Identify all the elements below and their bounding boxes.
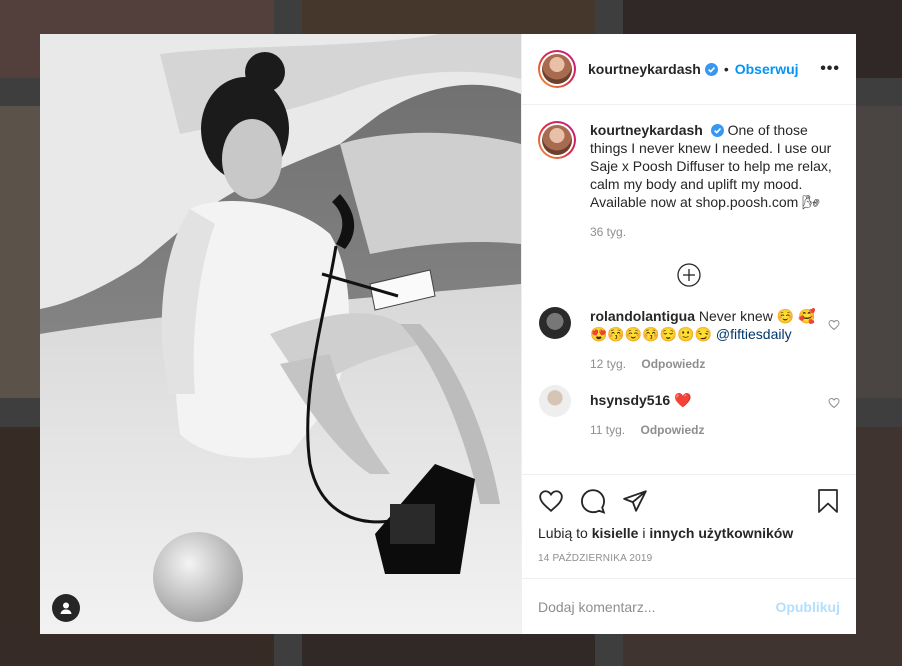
- comments-list[interactable]: kourtneykardash One of those things I ne…: [522, 105, 856, 474]
- comment-text: ❤️: [674, 392, 692, 408]
- comment-like-heart-icon[interactable]: [828, 397, 840, 409]
- likes-and: i: [642, 525, 646, 541]
- follow-button[interactable]: Obserwuj: [735, 61, 799, 77]
- author-username[interactable]: kourtneykardash: [588, 61, 701, 77]
- likes-user-link[interactable]: kisielle: [592, 525, 639, 541]
- post-header: kourtneykardash • Obserwuj •••: [522, 34, 856, 105]
- comment-input[interactable]: [538, 598, 776, 615]
- tagged-users-button[interactable]: [52, 594, 80, 622]
- post-actions: Lubią to kisielle i innych użytkowników …: [522, 474, 856, 564]
- post-photo[interactable]: [40, 34, 521, 634]
- comment-item: rolandolantigua Never knew ☺️ 🥰😍😚☺️😚😌🙂😏 …: [538, 307, 840, 371]
- share-send-icon[interactable]: [622, 488, 648, 514]
- post-comment-button[interactable]: Opublikuj: [775, 599, 840, 615]
- plus-circle-icon: [677, 263, 701, 287]
- like-heart-icon[interactable]: [538, 488, 564, 514]
- post-side-panel: kourtneykardash • Obserwuj ••• kourtneyk…: [521, 34, 856, 634]
- more-options-icon[interactable]: •••: [820, 60, 840, 78]
- add-comment-bar: Opublikuj: [522, 578, 856, 634]
- reply-button[interactable]: Odpowiedz: [641, 357, 705, 371]
- caption-author-avatar[interactable]: [538, 121, 576, 159]
- caption-time: 36 tyg.: [590, 225, 627, 239]
- load-more-comments[interactable]: [538, 263, 840, 287]
- comment-like-heart-icon[interactable]: [828, 319, 840, 331]
- comment-avatar[interactable]: [539, 385, 571, 417]
- comment-mention[interactable]: @fiftiesdaily: [716, 326, 792, 342]
- verified-badge-icon: [704, 62, 718, 76]
- bookmark-save-icon[interactable]: [816, 488, 840, 514]
- post-caption: kourtneykardash One of those things I ne…: [538, 121, 840, 239]
- reply-button[interactable]: Odpowiedz: [640, 423, 704, 437]
- comment-item: hsynsdy516 ❤️ 11 tyg. Odpowiedz: [538, 385, 840, 437]
- user-icon: [60, 602, 72, 614]
- likes-prefix: Lubią to: [538, 525, 588, 541]
- likes-summary: Lubią to kisielle i innych użytkowników: [538, 525, 840, 541]
- author-avatar[interactable]: [538, 50, 576, 88]
- comment-username[interactable]: rolandolantigua: [590, 308, 695, 324]
- comment-time: 12 tyg.: [590, 357, 627, 371]
- comment-bubble-icon[interactable]: [580, 488, 606, 514]
- post-image: [40, 34, 521, 634]
- comment-username[interactable]: hsynsdy516: [590, 392, 670, 408]
- comment-time: 11 tyg.: [590, 423, 626, 437]
- caption-author-username[interactable]: kourtneykardash: [590, 122, 703, 138]
- separator-dot: •: [723, 61, 729, 77]
- comment-avatar[interactable]: [539, 307, 571, 339]
- post-date[interactable]: 14 PAŹDZIERNIKA 2019: [538, 553, 840, 564]
- likes-others-link[interactable]: innych użytkowników: [649, 525, 793, 541]
- verified-badge-icon: [710, 124, 724, 137]
- post-modal: kourtneykardash • Obserwuj ••• kourtneyk…: [40, 34, 856, 634]
